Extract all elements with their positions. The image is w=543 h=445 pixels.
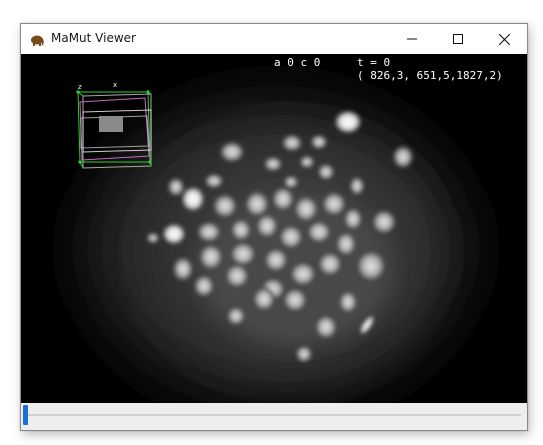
window-title: MaMut Viewer: [51, 31, 136, 45]
close-icon: [498, 33, 510, 45]
channel-info-label: a 0 c 0: [274, 56, 321, 69]
microscopy-image: [76, 90, 466, 399]
box-axis-x-label: x: [113, 81, 118, 89]
maximize-button[interactable]: [435, 24, 481, 54]
image-viewer-canvas[interactable]: x z a 0 c 0 t = 0 ( 826,3, 651,5,1827,2): [21, 54, 527, 403]
box-axis-z-label: z: [78, 83, 82, 91]
minimize-icon: [407, 34, 417, 44]
close-button[interactable]: [481, 24, 527, 54]
title-bar[interactable]: MaMut Viewer: [21, 24, 527, 54]
maximize-icon: [453, 34, 463, 44]
mammoth-icon: [30, 32, 44, 46]
minimize-button[interactable]: [389, 24, 435, 54]
coordinates-label: ( 826,3, 651,5,1827,2): [357, 69, 503, 82]
timepoint-slider-track[interactable]: [27, 414, 521, 416]
timeline-bar: [21, 403, 527, 430]
mamut-viewer-window: MaMut Viewer x z a 0 c 0 t = 0 (826,3, …: [20, 23, 528, 431]
time-label: t = 0: [357, 56, 391, 69]
box-overlay: [76, 90, 152, 169]
timepoint-slider-thumb[interactable]: [23, 405, 28, 425]
